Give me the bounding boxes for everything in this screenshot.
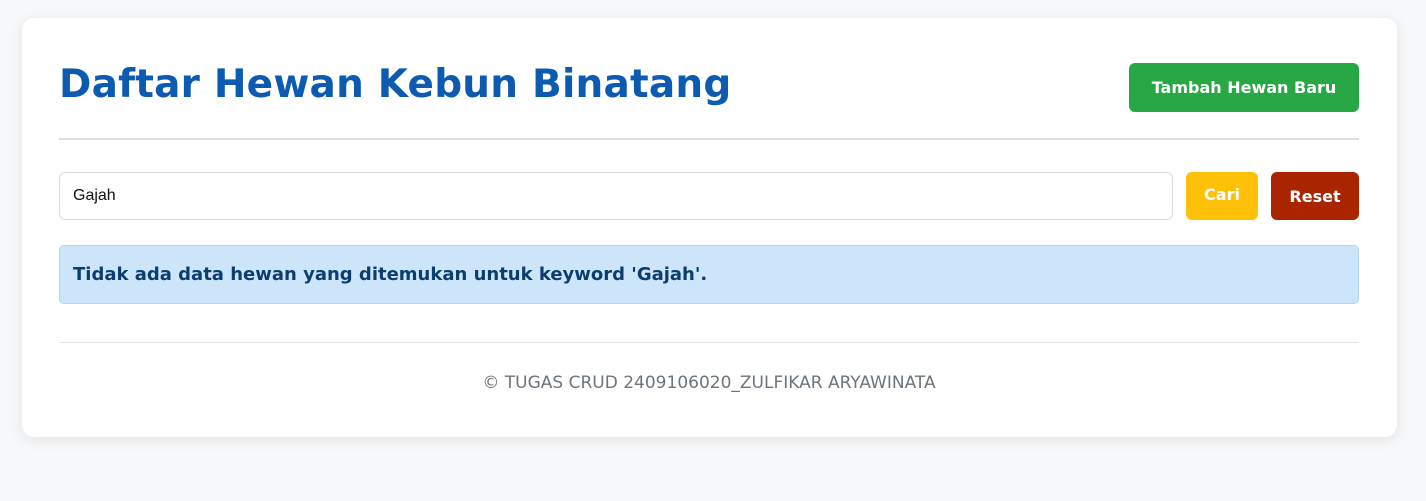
search-button[interactable]: Cari xyxy=(1186,172,1258,220)
footer-divider xyxy=(59,342,1359,343)
no-results-alert: Tidak ada data hewan yang ditemukan untu… xyxy=(59,245,1359,304)
footer-copyright: © TUGAS CRUD 2409106020_ZULFIKAR ARYAWIN… xyxy=(482,373,936,393)
main-card: Daftar Hewan Kebun Binatang Tambah Hewan… xyxy=(22,18,1397,437)
page-title: Daftar Hewan Kebun Binatang xyxy=(59,62,732,107)
header-divider xyxy=(59,138,1359,140)
add-animal-button[interactable]: Tambah Hewan Baru xyxy=(1129,63,1359,112)
alert-message: Tidak ada data hewan yang ditemukan untu… xyxy=(73,264,708,285)
reset-button[interactable]: Reset xyxy=(1271,172,1359,220)
search-input[interactable] xyxy=(59,172,1173,220)
